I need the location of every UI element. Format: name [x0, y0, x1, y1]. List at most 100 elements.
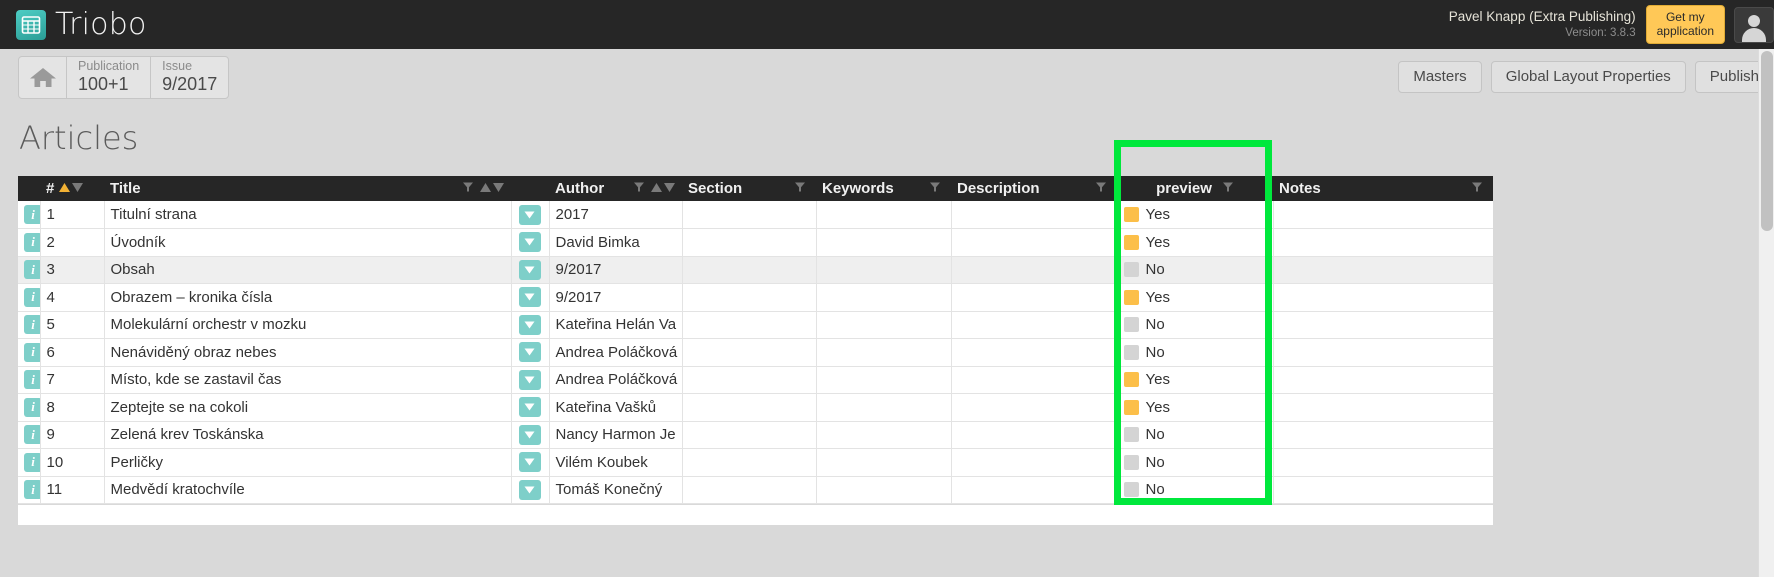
- row-section[interactable]: [682, 338, 817, 367]
- row-preview[interactable]: No: [1117, 256, 1274, 284]
- row-title[interactable]: Úvodník: [104, 228, 512, 257]
- row-keywords[interactable]: [816, 228, 952, 257]
- row-keywords[interactable]: [816, 338, 952, 367]
- row-preview[interactable]: No: [1117, 311, 1274, 339]
- info-icon[interactable]: i: [24, 480, 39, 500]
- breadcrumb-item-publication[interactable]: Publication 100+1: [67, 57, 152, 98]
- row-notes[interactable]: [1273, 393, 1493, 422]
- table-row[interactable]: i 8 Zeptejte se na cokoli Kateřina Vašků Yes: [18, 393, 1493, 422]
- chevron-down-icon[interactable]: [518, 452, 541, 473]
- row-preview[interactable]: No: [1117, 448, 1274, 477]
- row-title[interactable]: Perličky: [104, 448, 512, 477]
- row-notes[interactable]: [1273, 476, 1493, 504]
- user-avatar-icon[interactable]: [1734, 6, 1774, 43]
- chevron-down-icon[interactable]: [518, 259, 541, 280]
- chevron-down-icon[interactable]: [518, 424, 541, 445]
- row-keywords[interactable]: [816, 366, 952, 394]
- column-header-keywords[interactable]: Keywords: [816, 176, 951, 201]
- row-author[interactable]: David Bimka: [549, 228, 683, 257]
- filter-icon-preview[interactable]: [1222, 180, 1234, 197]
- filter-icon-title[interactable]: [462, 180, 474, 197]
- row-notes[interactable]: [1273, 448, 1493, 477]
- row-section[interactable]: [682, 256, 817, 284]
- sort-asc-icon-title[interactable]: [479, 180, 492, 197]
- row-description[interactable]: [951, 421, 1118, 449]
- masters-button[interactable]: Masters: [1398, 61, 1482, 93]
- sort-desc-icon-title[interactable]: [492, 180, 505, 197]
- row-title[interactable]: Nenáviděný obraz nebes: [104, 338, 512, 367]
- row-description[interactable]: [951, 448, 1118, 477]
- row-section[interactable]: [682, 228, 817, 257]
- row-author[interactable]: Tomáš Konečný: [549, 476, 683, 504]
- row-title[interactable]: Obsah: [104, 256, 512, 284]
- info-icon[interactable]: i: [24, 397, 39, 417]
- row-section[interactable]: [682, 421, 817, 449]
- row-section[interactable]: [682, 476, 817, 504]
- chevron-down-icon[interactable]: [518, 287, 541, 308]
- row-keywords[interactable]: [816, 448, 952, 477]
- info-icon[interactable]: i: [24, 452, 39, 472]
- table-row[interactable]: i 1 Titulní strana 2017 Yes: [18, 201, 1493, 229]
- row-author[interactable]: 9/2017: [549, 283, 683, 312]
- row-keywords[interactable]: [816, 283, 952, 312]
- row-preview[interactable]: Yes: [1117, 393, 1274, 422]
- filter-icon-section[interactable]: [794, 180, 806, 197]
- filter-icon-author[interactable]: [633, 180, 645, 197]
- chevron-down-icon[interactable]: [518, 204, 541, 225]
- chevron-down-icon[interactable]: [518, 479, 541, 500]
- row-notes[interactable]: [1273, 228, 1493, 257]
- page-scrollbar-thumb[interactable]: [1761, 51, 1773, 231]
- row-notes[interactable]: [1273, 311, 1493, 339]
- page-scrollbar[interactable]: [1758, 49, 1774, 577]
- column-header-description[interactable]: Description: [951, 176, 1117, 201]
- breadcrumb-item-issue[interactable]: Issue 9/2017: [151, 57, 228, 98]
- row-preview[interactable]: No: [1117, 421, 1274, 449]
- info-icon[interactable]: i: [24, 425, 39, 445]
- chevron-down-icon[interactable]: [518, 232, 541, 253]
- table-row[interactable]: i 9 Zelená krev Toskánska Nancy Harmon Je No: [18, 421, 1493, 449]
- global-layout-properties-button[interactable]: Global Layout Properties: [1490, 61, 1686, 93]
- row-description[interactable]: [951, 228, 1118, 257]
- table-row[interactable]: i 11 Medvědí kratochvíle Tomáš Konečný No: [18, 476, 1493, 504]
- info-icon[interactable]: i: [24, 342, 39, 362]
- row-preview[interactable]: No: [1117, 476, 1274, 504]
- row-section[interactable]: [682, 393, 817, 422]
- row-keywords[interactable]: [816, 476, 952, 504]
- row-title[interactable]: Titulní strana: [104, 201, 512, 229]
- row-section[interactable]: [682, 448, 817, 477]
- row-section[interactable]: [682, 283, 817, 312]
- row-notes[interactable]: [1273, 283, 1493, 312]
- row-author[interactable]: Kateřina Vašků: [549, 393, 683, 422]
- row-author[interactable]: Kateřina Helán Va: [549, 311, 683, 339]
- row-notes[interactable]: [1273, 366, 1493, 394]
- sort-asc-icon-author[interactable]: [650, 180, 663, 197]
- row-keywords[interactable]: [816, 421, 952, 449]
- row-keywords[interactable]: [816, 201, 952, 229]
- table-row[interactable]: i 6 Nenáviděný obraz nebes Andrea Poláčková…: [18, 338, 1493, 367]
- column-header-author[interactable]: Author: [549, 176, 682, 201]
- chevron-down-icon[interactable]: [518, 342, 541, 363]
- row-title[interactable]: Zeptejte se na cokoli: [104, 393, 512, 422]
- chevron-down-icon[interactable]: [518, 314, 541, 335]
- row-preview[interactable]: Yes: [1117, 366, 1274, 394]
- row-description[interactable]: [951, 283, 1118, 312]
- chevron-down-icon[interactable]: [518, 369, 541, 390]
- row-author[interactable]: Andrea Poláčková: [549, 366, 683, 394]
- info-icon[interactable]: i: [24, 287, 39, 307]
- row-description[interactable]: [951, 393, 1118, 422]
- info-icon[interactable]: i: [24, 370, 39, 390]
- table-row[interactable]: i 7 Místo, kde se zastavil čas Andrea Poláč…: [18, 366, 1493, 394]
- row-preview[interactable]: Yes: [1117, 283, 1274, 312]
- table-row[interactable]: i 10 Perličky Vilém Koubek No: [18, 448, 1493, 477]
- row-title[interactable]: Medvědí kratochvíle: [104, 476, 512, 504]
- info-icon[interactable]: i: [24, 260, 39, 280]
- row-title[interactable]: Molekulární orchestr v mozku: [104, 311, 512, 339]
- row-notes[interactable]: [1273, 421, 1493, 449]
- row-notes[interactable]: [1273, 201, 1493, 229]
- row-description[interactable]: [951, 311, 1118, 339]
- filter-icon-description[interactable]: [1095, 180, 1107, 197]
- row-author[interactable]: 2017: [549, 201, 683, 229]
- filter-icon-notes[interactable]: [1471, 180, 1483, 197]
- column-header-num[interactable]: #: [40, 176, 104, 201]
- row-description[interactable]: [951, 476, 1118, 504]
